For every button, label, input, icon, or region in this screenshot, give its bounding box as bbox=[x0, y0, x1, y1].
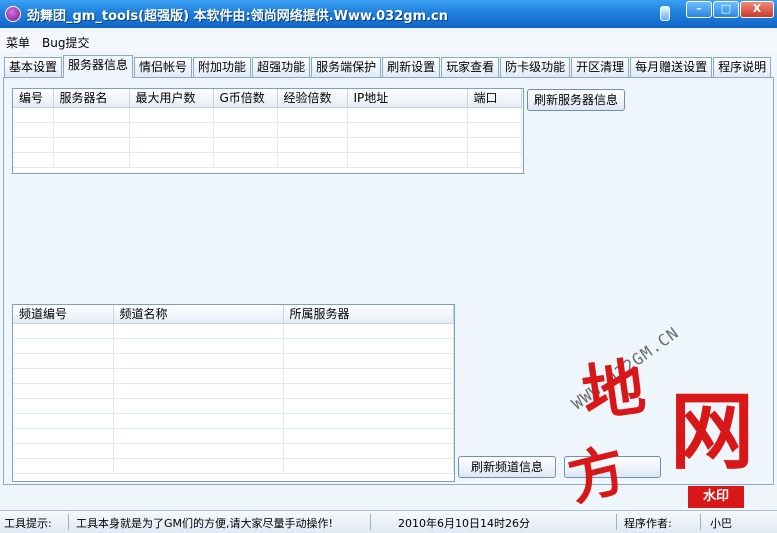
tab-player-view[interactable]: 玩家查看 bbox=[441, 57, 500, 78]
status-author-label: 程序作者: bbox=[624, 517, 672, 530]
column-header-exp-multiplier[interactable]: 经验倍数 bbox=[277, 89, 348, 108]
refresh-channel-info-button[interactable]: 刷新频道信息 bbox=[458, 456, 556, 478]
status-bar: 工具提示: 工具本身就是为了GM们的方便,请大家尽量手动操作! 2010年6月1… bbox=[0, 510, 777, 533]
close-button[interactable]: X bbox=[740, 1, 774, 18]
tab-server-cleanup[interactable]: 开区清理 bbox=[571, 57, 630, 78]
column-header-gcoin-multiplier[interactable]: G币倍数 bbox=[213, 89, 278, 108]
table-row[interactable] bbox=[13, 323, 454, 339]
tab-couple-accounts[interactable]: 情侣帐号 bbox=[134, 57, 193, 78]
channel-table[interactable]: 频道编号 频道名称 所属服务器 bbox=[12, 304, 455, 482]
hidden-action-button[interactable] bbox=[564, 456, 661, 478]
column-header-ip-address[interactable]: IP地址 bbox=[347, 89, 468, 108]
title-bar[interactable]: 劲舞团_gm_tools(超强版) 本软件由:领尚网络提供.Www.032gm.… bbox=[0, 0, 777, 28]
table-row[interactable] bbox=[13, 353, 454, 369]
tab-refresh-settings[interactable]: 刷新设置 bbox=[382, 57, 441, 78]
table-row[interactable] bbox=[13, 137, 522, 153]
tab-server-protection[interactable]: 服务端保护 bbox=[311, 57, 382, 78]
maximize-button[interactable]: □ bbox=[713, 1, 739, 18]
column-header-channel-name[interactable]: 频道名称 bbox=[113, 305, 284, 324]
table-row[interactable] bbox=[13, 413, 454, 429]
table-row[interactable] bbox=[13, 428, 454, 444]
column-header-owning-server[interactable]: 所属服务器 bbox=[283, 305, 454, 324]
status-separator bbox=[616, 514, 617, 530]
status-separator bbox=[370, 514, 371, 530]
status-tip-label: 工具提示: bbox=[4, 517, 52, 530]
status-author: 小巴 bbox=[710, 517, 732, 530]
app-icon bbox=[5, 6, 21, 22]
table-row[interactable] bbox=[13, 152, 522, 168]
table-row[interactable] bbox=[13, 398, 454, 414]
server-table-header: 编号 服务器名 最大用户数 G币倍数 经验倍数 IP地址 端口 bbox=[13, 89, 522, 108]
table-row[interactable] bbox=[13, 368, 454, 384]
column-header-server-name[interactable]: 服务器名 bbox=[53, 89, 130, 108]
table-row[interactable] bbox=[13, 122, 522, 138]
menu-bar: 菜单 Bug提交 bbox=[0, 32, 777, 52]
table-row[interactable] bbox=[13, 443, 454, 459]
tab-server-info[interactable]: 服务器信息 bbox=[63, 55, 134, 78]
tab-extra-functions[interactable]: 附加功能 bbox=[193, 57, 252, 78]
server-table[interactable]: 编号 服务器名 最大用户数 G币倍数 经验倍数 IP地址 端口 bbox=[12, 88, 524, 174]
menu-item-menu[interactable]: 菜单 bbox=[0, 34, 36, 51]
column-header-id[interactable]: 编号 bbox=[13, 89, 54, 108]
refresh-server-info-button[interactable]: 刷新服务器信息 bbox=[527, 89, 625, 111]
tab-basic-settings[interactable]: 基本设置 bbox=[4, 57, 63, 78]
channel-table-header: 频道编号 频道名称 所属服务器 bbox=[13, 305, 454, 324]
column-header-max-users[interactable]: 最大用户数 bbox=[129, 89, 214, 108]
tab-monthly-gift-settings[interactable]: 每月赠送设置 bbox=[630, 57, 713, 78]
column-header-port[interactable]: 端口 bbox=[467, 89, 522, 108]
tab-anti-level-stuck[interactable]: 防卡级功能 bbox=[500, 57, 571, 78]
tray-icon[interactable] bbox=[660, 6, 670, 21]
column-header-channel-id[interactable]: 频道编号 bbox=[13, 305, 114, 324]
tab-program-help[interactable]: 程序说明 bbox=[713, 57, 772, 78]
tab-super-functions[interactable]: 超强功能 bbox=[252, 57, 311, 78]
status-tip-text: 工具本身就是为了GM们的方便,请大家尽量手动操作! bbox=[76, 517, 333, 530]
window-title: 劲舞团_gm_tools(超强版) 本软件由:领尚网络提供.Www.032gm.… bbox=[27, 8, 449, 24]
status-datetime: 2010年6月10日14时26分 bbox=[398, 517, 530, 530]
status-separator bbox=[68, 514, 69, 530]
table-row[interactable] bbox=[13, 383, 454, 399]
status-separator bbox=[700, 514, 701, 530]
watermark-badge: 水印 bbox=[688, 486, 744, 508]
table-row[interactable] bbox=[13, 458, 454, 474]
minimize-button[interactable]: – bbox=[686, 1, 712, 18]
tab-panel-server-info: 编号 服务器名 最大用户数 G币倍数 经验倍数 IP地址 端口 刷新服务器信息 bbox=[3, 77, 774, 485]
table-row[interactable] bbox=[13, 107, 522, 123]
tab-strip: 基本设置 服务器信息 情侣帐号 附加功能 超强功能 服务端保护 刷新设置 玩家查… bbox=[4, 55, 772, 78]
menu-item-bug-report[interactable]: Bug提交 bbox=[36, 34, 95, 51]
table-row[interactable] bbox=[13, 338, 454, 354]
